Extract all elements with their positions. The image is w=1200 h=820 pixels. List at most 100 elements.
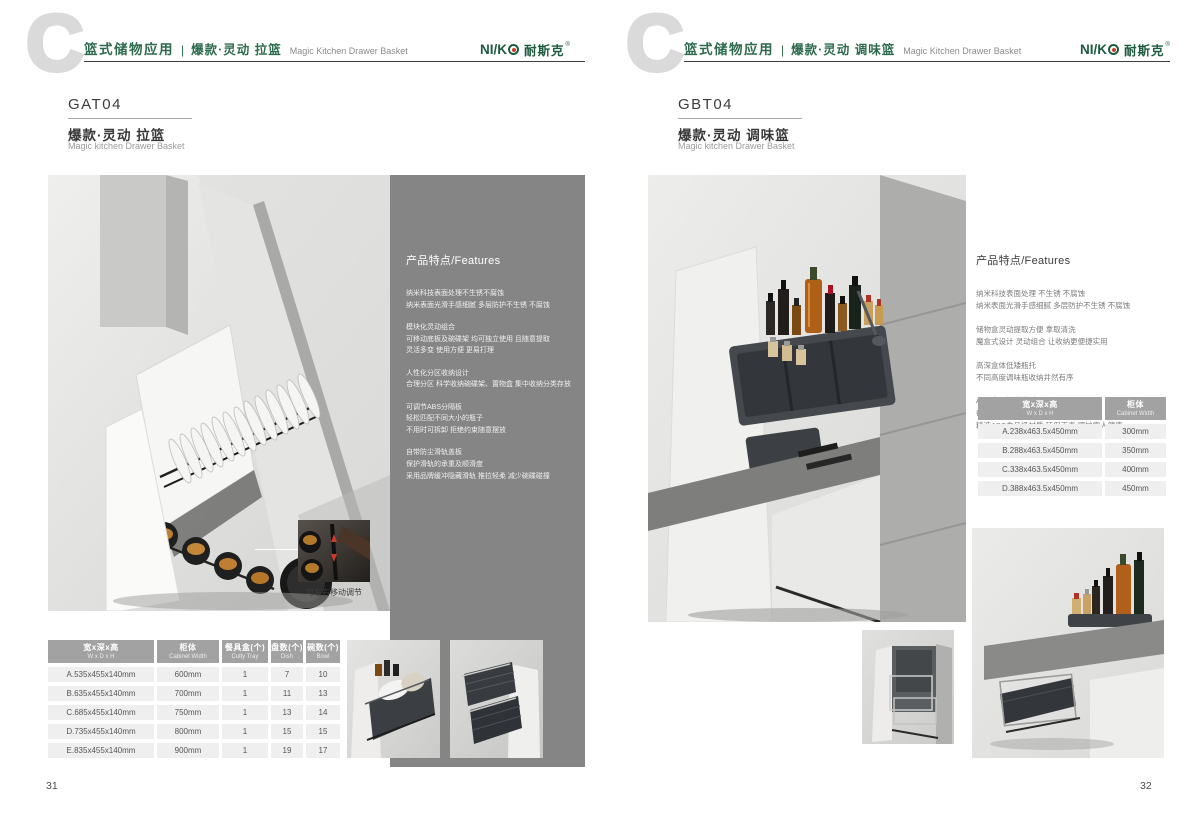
logo-text: NI/K	[1080, 42, 1107, 57]
thumbnail-illustration	[862, 630, 954, 744]
cell: D.735x455x140mm	[48, 724, 154, 739]
features-block: 产品特点/Features 纳米科技表面处理不生锈不腐蚀 纳米表面光滑手感细腻 …	[406, 252, 572, 493]
countertop-illustration	[972, 528, 1164, 758]
table-row: C.338x463.5x450mm400mm	[978, 462, 1166, 477]
logo-chinese: 耐斯克	[1124, 40, 1165, 59]
product-code-rule	[678, 118, 802, 119]
thumbnail-photo-basket-tiers	[450, 640, 543, 758]
feature-line: 模块化灵动组合	[406, 322, 572, 334]
page-header: 篮式储物应用 | 爆款·灵动 调味篮 Magic Kitchen Drawer …	[684, 38, 1021, 58]
logo-red-dot	[512, 48, 516, 52]
product-name-en: Magic kitchen Drawer Basket	[68, 141, 185, 151]
cell: 15	[306, 724, 340, 739]
feature-group: 模块化灵动组合 可移动底板及碗碟架 均可独立使用 且随意提取 灵活多变 使用方便…	[406, 322, 572, 357]
table-row: E.835x455x140mm900mm11917	[48, 743, 340, 758]
feature-line: 自带防尘滑轨盖板	[406, 447, 572, 459]
header-category: 篮式储物应用	[84, 38, 174, 58]
thumbnail-photo-basket-loaded	[347, 640, 440, 758]
cell: D.388x463.5x450mm	[978, 481, 1102, 496]
cell: A.238x463.5x450mm	[978, 424, 1102, 439]
feature-line: 可移动底板及碗碟架 均可独立使用 且随意提取	[406, 334, 572, 346]
feature-line: 纳米表面光滑手感细腻 多层防护不生锈 不腐蚀	[406, 300, 572, 312]
col-header-cabinet: 柜体Cabinet Width	[157, 640, 219, 663]
logo-text: NI/K	[480, 42, 507, 57]
cell: 800mm	[157, 724, 219, 739]
header-series-en: Magic Kitchen Drawer Basket	[903, 46, 1021, 56]
cell: B.635x455x140mm	[48, 686, 154, 701]
col-header-dimensions: 宽x深x高W x D x H	[48, 640, 154, 663]
spec-table: 宽x深x高W x D x H 柜体Cabinet Width 餐具盒(个)Cut…	[45, 636, 343, 762]
table-header-row: 宽x深x高W x D x H 柜体Cabinet Width	[978, 397, 1166, 420]
col-header-dish: 盘数(个)Dish	[271, 640, 303, 663]
cell: 600mm	[157, 667, 219, 682]
feature-line: 高深盒体低矮瓶托	[976, 360, 1168, 372]
cell: A.535x455x140mm	[48, 667, 154, 682]
col-header-cabinet: 柜体Cabinet Width	[1105, 397, 1166, 420]
cell: 1	[222, 667, 268, 682]
table-row: B.635x455x140mm700mm11113	[48, 686, 340, 701]
feature-line: 可调节ABS分隔板	[406, 402, 572, 414]
cell: 1	[222, 686, 268, 701]
feature-line: 魔盒式设计 灵动组合 让收纳更便捷实用	[976, 336, 1168, 348]
cell: 750mm	[157, 705, 219, 720]
table-row: B.288x463.5x450mm350mm	[978, 443, 1166, 458]
header-rule	[684, 61, 1170, 62]
logo-red-dot	[1112, 48, 1116, 52]
cell: 450mm	[1105, 481, 1166, 496]
cell: 7	[271, 667, 303, 682]
feature-line: 不用时可拆卸 拒绝约束随意摆放	[406, 425, 572, 437]
feature-line: 轻松匹配不同大小的瓶子	[406, 413, 572, 425]
page-number: 32	[1140, 780, 1152, 792]
cell: B.288x463.5x450mm	[978, 443, 1102, 458]
header-category: 篮式储物应用	[684, 38, 774, 58]
feature-line: 采用品牌缓冲隐藏滑轨 推拉轻柔 减少碗碟碰撞	[406, 471, 572, 483]
feature-line: 纳米表面光滑手感细腻 多层防护不生锈 不腐蚀	[976, 300, 1168, 312]
spec-table: 宽x深x高W x D x H 柜体Cabinet Width A.238x463…	[975, 393, 1169, 500]
table-row: D.388x463.5x450mm450mm	[978, 481, 1166, 496]
product-name-en: Magic kitchen Drawer Basket	[678, 141, 795, 151]
feature-line: 储物盒灵动提取方便 拿取清洗	[976, 324, 1168, 336]
feature-group: 自带防尘滑轨盖板 保护滑轨的承重及顺滑度 采用品牌缓冲隐藏滑轨 推拉轻柔 减少碗…	[406, 447, 572, 482]
header-series: 爆款·灵动 拉篮	[191, 39, 282, 58]
kitchen-scene-illustration	[648, 175, 966, 622]
features-title: 产品特点/Features	[976, 252, 1168, 268]
page-header: 篮式储物应用 | 爆款·灵动 拉篮 Magic Kitchen Drawer B…	[84, 38, 408, 58]
thumbnail-illustration	[450, 640, 543, 758]
logo-o-mark	[508, 44, 519, 55]
callout-detail-illustration	[298, 520, 370, 582]
table-row: D.735x455x140mm800mm11515	[48, 724, 340, 739]
watermark-letter: C	[26, 6, 84, 80]
callout-connector-line	[255, 549, 298, 550]
cell: 1	[222, 705, 268, 720]
col-header-cutlery-tray: 餐具盒(个)Cutly Tray	[222, 640, 268, 663]
trademark-mark: ®	[566, 42, 570, 48]
cell: 15	[271, 724, 303, 739]
cell: C.685x455x140mm	[48, 705, 154, 720]
page-number: 31	[46, 780, 58, 792]
thumbnail-photo-empty-basket	[862, 630, 954, 744]
logo-chinese: 耐斯克	[524, 40, 565, 59]
trademark-mark: ®	[1166, 42, 1170, 48]
table-row: A.238x463.5x450mm300mm	[978, 424, 1166, 439]
features-title: 产品特点/Features	[406, 252, 572, 268]
feature-group: 高深盒体低矮瓶托 不同高度调味瓶收纳井然有序	[976, 360, 1168, 385]
bottom-photo-countertop-scene	[972, 528, 1164, 758]
cell: C.338x463.5x450mm	[978, 462, 1102, 477]
product-code: GAT04	[68, 96, 122, 113]
col-header-dimensions: 宽x深x高W x D x H	[978, 397, 1102, 420]
cell: 300mm	[1105, 424, 1166, 439]
table-header-row: 宽x深x高W x D x H 柜体Cabinet Width 餐具盒(个)Cut…	[48, 640, 340, 663]
main-product-photo-spice-basket	[648, 175, 966, 622]
header-rule	[84, 61, 585, 62]
logo-o-mark	[1108, 44, 1119, 55]
cell: 400mm	[1105, 462, 1166, 477]
cell: 13	[271, 705, 303, 720]
thumbnail-illustration	[347, 640, 440, 758]
cell: 17	[306, 743, 340, 758]
feature-line: 保护滑轨的承重及顺滑度	[406, 459, 572, 471]
cell: 350mm	[1105, 443, 1166, 458]
cell: 700mm	[157, 686, 219, 701]
header-divider: |	[181, 43, 184, 57]
header-series-en: Magic Kitchen Drawer Basket	[290, 46, 408, 56]
feature-line: 灵活多变 使用方便 更易打理	[406, 345, 572, 357]
